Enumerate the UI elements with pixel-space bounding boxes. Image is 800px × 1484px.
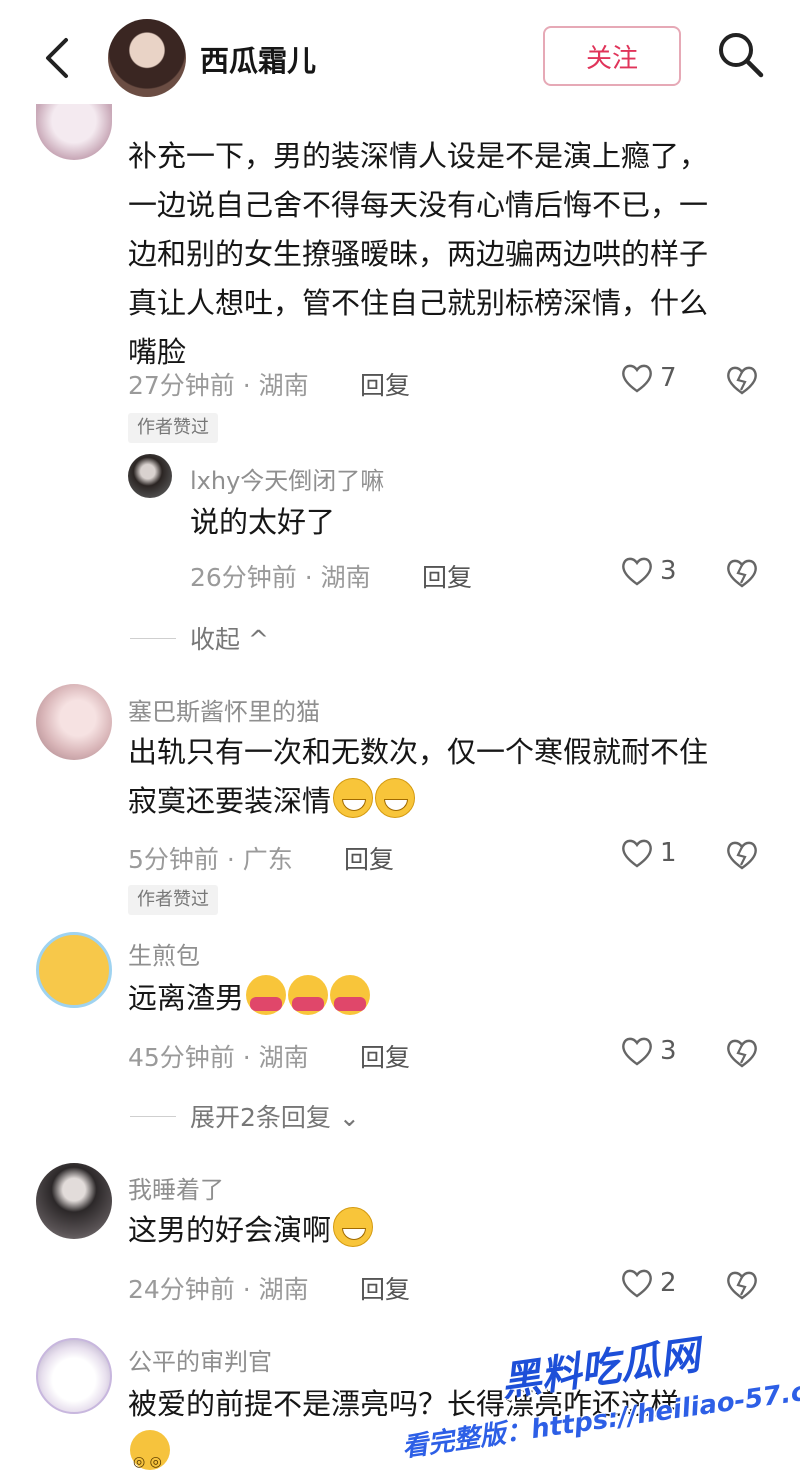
like-button[interactable]: 3 bbox=[620, 1035, 677, 1067]
commenter-avatar[interactable] bbox=[36, 104, 112, 160]
commenter-username[interactable]: 我睡着了 bbox=[128, 1170, 224, 1205]
comment-time-location: 27分钟前 · 湖南 bbox=[128, 371, 309, 400]
comment-text: 远离渣男 bbox=[128, 974, 371, 1023]
follow-button[interactable]: 关注 bbox=[543, 26, 681, 86]
reply-button[interactable]: 回复 bbox=[422, 558, 472, 594]
commenter-username[interactable]: 塞巴斯酱怀里的猫 bbox=[128, 692, 320, 727]
like-button[interactable]: 7 bbox=[620, 362, 677, 394]
comment-time-location: 45分钟前 · 湖南 bbox=[128, 1043, 309, 1072]
heart-icon bbox=[622, 364, 652, 393]
heart-icon bbox=[622, 1037, 652, 1066]
dislike-icon[interactable] bbox=[724, 557, 760, 589]
like-count: 3 bbox=[660, 1036, 677, 1066]
grin-sweat-emoji bbox=[375, 778, 416, 818]
profile-avatar[interactable] bbox=[108, 19, 186, 97]
divider bbox=[130, 1115, 176, 1117]
like-count: 3 bbox=[660, 556, 677, 586]
profile-name[interactable]: 西瓜霜儿 bbox=[200, 38, 316, 80]
collapse-label: 收起 ^ bbox=[190, 625, 269, 654]
expand-replies-button[interactable]: 展开2条回复 ⌄ bbox=[130, 1098, 360, 1134]
comment-time-location: 5分钟前 · 广东 bbox=[128, 845, 293, 874]
dislike-icon[interactable] bbox=[724, 839, 760, 871]
commenter-username[interactable]: 生煎包 bbox=[128, 936, 200, 971]
heart-icon bbox=[622, 557, 652, 586]
reply-button[interactable]: 回复 bbox=[360, 366, 410, 402]
hug-emoji bbox=[330, 975, 371, 1015]
heart-icon bbox=[622, 1269, 652, 1298]
comment-time-location: 24分钟前 · 湖南 bbox=[128, 1275, 309, 1304]
like-count: 7 bbox=[660, 363, 677, 393]
reply-button[interactable]: 回复 bbox=[360, 1270, 410, 1306]
author-liked-badge: 作者赞过 bbox=[128, 885, 218, 915]
back-arrow-icon[interactable] bbox=[38, 36, 78, 80]
grin-sweat-emoji bbox=[333, 778, 374, 818]
heart-icon bbox=[622, 839, 652, 868]
top-bar: 西瓜霜儿 关注 bbox=[0, 0, 800, 112]
reply-button[interactable]: 回复 bbox=[344, 840, 394, 876]
reply-button[interactable]: 回复 bbox=[360, 1038, 410, 1074]
hug-emoji bbox=[288, 975, 329, 1015]
like-button[interactable]: 1 bbox=[620, 837, 677, 869]
reply-text: 说的太好了 bbox=[190, 505, 336, 539]
reply-time-location: 26分钟前 · 湖南 bbox=[190, 563, 371, 592]
dislike-icon[interactable] bbox=[724, 1037, 760, 1069]
reply-username[interactable]: lxhy今天倒闭了嘛 bbox=[190, 461, 384, 496]
like-count: 1 bbox=[660, 838, 677, 868]
expand-label: 展开2条回复 ⌄ bbox=[190, 1103, 360, 1132]
commenter-avatar[interactable] bbox=[36, 932, 112, 1008]
grin-sweat-emoji bbox=[333, 1207, 374, 1247]
comment-text: 这男的好会演啊 bbox=[128, 1206, 374, 1255]
dislike-icon[interactable] bbox=[724, 1269, 760, 1301]
dislike-icon[interactable] bbox=[724, 364, 760, 396]
dizzy-face-emoji bbox=[130, 1430, 170, 1484]
divider bbox=[130, 637, 176, 639]
search-icon[interactable] bbox=[716, 30, 766, 80]
like-button[interactable]: 3 bbox=[620, 555, 677, 587]
collapse-replies-button[interactable]: 收起 ^ bbox=[130, 620, 269, 656]
commenter-avatar[interactable] bbox=[36, 1163, 112, 1239]
comment-text: 出轨只有一次和无数次，仅一个寒假就耐不住 寂寞还要装深情 bbox=[128, 735, 709, 818]
author-liked-badge: 作者赞过 bbox=[128, 413, 218, 443]
like-count: 2 bbox=[660, 1268, 677, 1298]
reply-avatar[interactable] bbox=[128, 454, 172, 498]
hug-emoji bbox=[246, 975, 287, 1015]
commenter-avatar[interactable] bbox=[36, 1338, 112, 1414]
commenter-avatar[interactable] bbox=[36, 684, 112, 760]
comment-text: 补充一下，男的装深情人设是不是演上瘾了， 一边说自己舍不得每天没有心情后悔不已，… bbox=[128, 139, 709, 369]
like-button[interactable]: 2 bbox=[620, 1267, 677, 1299]
commenter-username[interactable]: 公平的审判官 bbox=[128, 1342, 272, 1377]
